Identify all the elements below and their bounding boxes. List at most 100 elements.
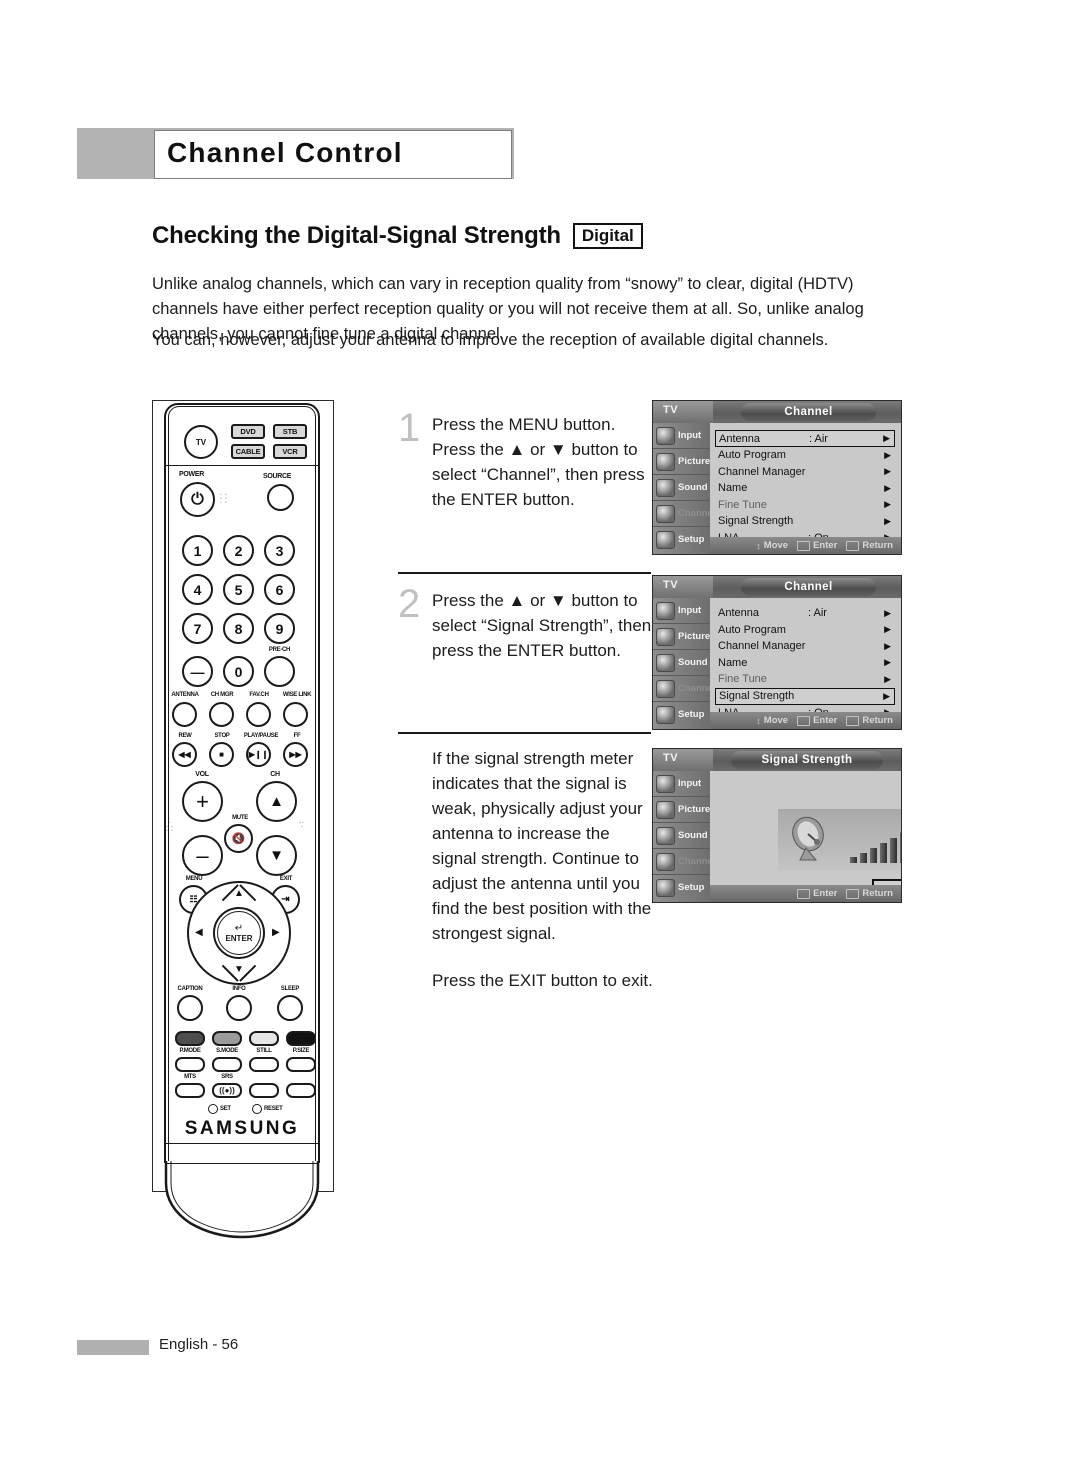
remote-power-button[interactable]: ⏻: [180, 482, 215, 517]
remote-rew-button[interactable]: ◀◀: [172, 742, 197, 767]
signal-bar: [890, 838, 897, 863]
osd-row-auto-program[interactable]: Auto Program ▶: [710, 447, 901, 464]
remote-srs-button[interactable]: ((●)): [212, 1083, 242, 1098]
osd-return-hint-1: Return: [846, 540, 893, 551]
dpad-down-icon[interactable]: ▼: [234, 965, 244, 975]
osd-row-channel-manager[interactable]: Channel Manager ▶: [710, 638, 901, 655]
remote-mute-button[interactable]: 🔇: [224, 824, 253, 853]
remote-pmode-color-key[interactable]: [175, 1031, 205, 1046]
osd-sidebar-item-input[interactable]: Input: [653, 598, 710, 624]
osd-row-antenna[interactable]: Antenna : Air ▶: [715, 430, 895, 447]
osd-row-name[interactable]: Name ▶: [710, 480, 901, 497]
osd-sidebar-item-sound[interactable]: Sound: [653, 475, 710, 501]
remote-psize-button[interactable]: [286, 1057, 316, 1072]
remote-key-4[interactable]: 4: [182, 574, 213, 605]
osd-sidebar-item-input[interactable]: Input: [653, 771, 710, 797]
remote-cable-button[interactable]: CABLE: [231, 444, 265, 459]
osd-row-channel-manager[interactable]: Channel Manager ▶: [710, 464, 901, 481]
osd-sidebar-item-setup[interactable]: Setup: [653, 527, 710, 552]
signal-bar: [880, 843, 887, 863]
remote-pmode-button[interactable]: [175, 1057, 205, 1072]
remote-key-8[interactable]: 8: [223, 613, 254, 644]
remote-key-2[interactable]: 2: [223, 535, 254, 566]
remote-still-button[interactable]: [249, 1057, 279, 1072]
remote-divider-2: [166, 1143, 318, 1144]
sound-icon: [656, 653, 675, 672]
dpad-left-icon[interactable]: ◀: [195, 928, 203, 938]
osd-row-name[interactable]: Name ▶: [710, 655, 901, 672]
signal-bar: [900, 832, 901, 863]
osd-sidebar-item-picture[interactable]: Picture: [653, 624, 710, 650]
enter-key-icon: [797, 888, 811, 899]
remote-chmgr-button[interactable]: [209, 702, 234, 727]
osd-sidebar-item-input[interactable]: Input: [653, 423, 710, 449]
remote-smode-button[interactable]: [212, 1057, 242, 1072]
return-key-icon: [846, 715, 860, 726]
remote-volume-up-button[interactable]: +: [182, 781, 223, 822]
remote-set-button[interactable]: [208, 1104, 218, 1114]
remote-stop-button[interactable]: ■: [209, 742, 234, 767]
osd-sidebar-item-sound[interactable]: Sound: [653, 650, 710, 676]
osd-sidebar-item-sound[interactable]: Sound: [653, 823, 710, 849]
remote-key-9[interactable]: 9: [264, 613, 295, 644]
remote-stb-button[interactable]: STB: [273, 424, 307, 439]
remote-ff-label: FF: [293, 733, 301, 739]
remote-extra-button-2[interactable]: [286, 1083, 316, 1098]
osd-sidebar-item-picture[interactable]: Picture: [653, 797, 710, 823]
remote-antenna-button[interactable]: [172, 702, 197, 727]
remote-vcr-button[interactable]: VCR: [273, 444, 307, 459]
step-2: 2 Press the ▲ or ▼ button to select “Sig…: [398, 584, 656, 663]
remote-favch-button[interactable]: [246, 702, 271, 727]
remote-channel-up-button[interactable]: ▲: [256, 781, 297, 822]
remote-channel-down-button[interactable]: ▼: [256, 835, 297, 876]
osd-row-antenna[interactable]: Antenna : Air ▶: [710, 605, 901, 622]
remote-wiselink-button[interactable]: [283, 702, 308, 727]
remote-prech-button[interactable]: [264, 656, 295, 687]
osd-row-signal-strength[interactable]: Signal Strength ▶: [715, 687, 895, 705]
return-key-icon: [846, 540, 860, 551]
dpad-right-icon[interactable]: ▶: [272, 928, 280, 938]
osd-sidebar-item-channel[interactable]: Channel: [653, 676, 715, 702]
osd-sidebar-item-setup[interactable]: Setup: [653, 875, 710, 900]
osd-row-fine-tune[interactable]: Fine Tune ▶: [710, 497, 901, 514]
remote-volume-down-button[interactable]: –: [182, 835, 223, 876]
remote-key-5[interactable]: 5: [223, 574, 254, 605]
osd-sidebar-item-channel[interactable]: Channel: [653, 501, 715, 527]
remote-key-1[interactable]: 1: [182, 535, 213, 566]
osd-row-fine-tune[interactable]: Fine Tune ▶: [710, 671, 901, 688]
remote-ff-button[interactable]: ▶▶: [283, 742, 308, 767]
remote-ch-label: CH: [270, 771, 280, 778]
remote-sleep-button[interactable]: [277, 995, 303, 1021]
remote-mts-button[interactable]: [175, 1083, 205, 1098]
remote-extra-button-1[interactable]: [249, 1083, 279, 1098]
osd-row-signal-strength[interactable]: Signal Strength ▶: [710, 513, 901, 530]
osd-sidebar-item-picture[interactable]: Picture: [653, 449, 710, 475]
remote-caption-button[interactable]: [177, 995, 203, 1021]
remote-favch-label: FAV.CH: [249, 692, 269, 698]
remote-key-7[interactable]: 7: [182, 613, 213, 644]
chevron-right-icon: ▶: [884, 640, 891, 651]
closing-note: Press the EXIT button to exit.: [432, 971, 653, 990]
osd-row-auto-program[interactable]: Auto Program ▶: [710, 622, 901, 639]
osd-sidebar-item-channel[interactable]: Channel: [653, 849, 715, 875]
sound-icon: [656, 478, 675, 497]
remote-key-3[interactable]: 3: [264, 535, 295, 566]
channel-icon: [656, 852, 675, 871]
remote-info-button[interactable]: [226, 995, 252, 1021]
remote-psize-color-key[interactable]: [286, 1031, 316, 1046]
remote-key-dash[interactable]: —: [182, 656, 213, 687]
remote-source-button[interactable]: [267, 484, 294, 511]
remote-key-6[interactable]: 6: [264, 574, 295, 605]
remote-key-0[interactable]: 0: [223, 656, 254, 687]
remote-smode-color-key[interactable]: [212, 1031, 242, 1046]
remote-tv-button[interactable]: TV: [184, 425, 218, 459]
remote-playpause-button[interactable]: ▶❙❙: [246, 742, 271, 767]
intro-paragraph-2: You can, however, adjust your antenna to…: [152, 331, 829, 349]
osd-sidebar-item-setup[interactable]: Setup: [653, 702, 710, 727]
remote-still-color-key[interactable]: [249, 1031, 279, 1046]
dpad-up-icon[interactable]: ▲: [234, 889, 244, 899]
remote-navigation-pad[interactable]: ↵ ENTER ▲ ▼ ◀ ▶: [187, 881, 291, 985]
remote-reset-button[interactable]: [252, 1104, 262, 1114]
remote-dvd-button[interactable]: DVD: [231, 424, 265, 439]
setup-icon: [656, 878, 675, 897]
